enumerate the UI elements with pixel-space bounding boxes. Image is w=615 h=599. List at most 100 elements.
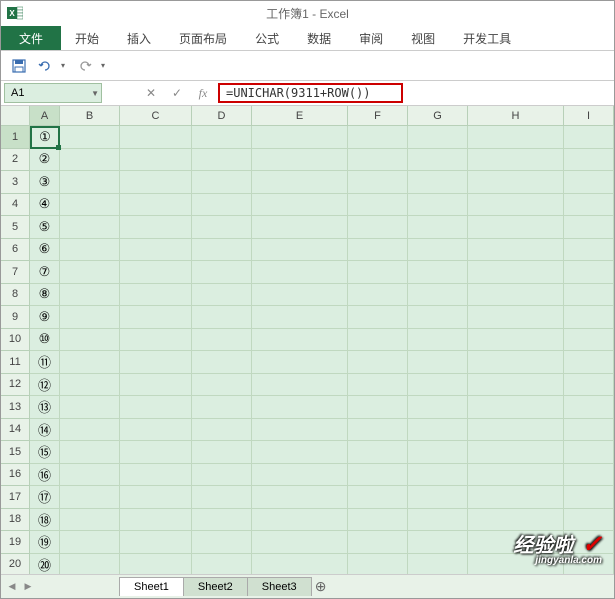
cell[interactable] [408, 531, 468, 554]
cell[interactable] [468, 239, 564, 262]
tab-data[interactable]: 数据 [293, 26, 345, 50]
cell[interactable]: ⑳ [30, 554, 60, 577]
cell[interactable] [252, 284, 348, 307]
column-header[interactable]: A [30, 106, 60, 126]
cell[interactable] [192, 374, 252, 397]
cell[interactable]: ⑨ [30, 306, 60, 329]
cell[interactable] [468, 149, 564, 172]
cell[interactable] [252, 509, 348, 532]
row-header[interactable]: 9 [1, 306, 30, 329]
cell[interactable]: ⑭ [30, 419, 60, 442]
tab-view[interactable]: 视图 [397, 26, 449, 50]
cell[interactable] [564, 329, 614, 352]
cell[interactable] [468, 194, 564, 217]
cell[interactable] [468, 464, 564, 487]
cell[interactable]: ⑱ [30, 509, 60, 532]
cell[interactable] [408, 284, 468, 307]
cell[interactable]: ⑰ [30, 486, 60, 509]
cell[interactable] [408, 396, 468, 419]
cell[interactable] [60, 351, 120, 374]
cell[interactable] [348, 306, 408, 329]
cell[interactable] [252, 419, 348, 442]
cell[interactable] [564, 284, 614, 307]
tab-review[interactable]: 审阅 [345, 26, 397, 50]
sheet-tab-2[interactable]: Sheet2 [183, 577, 248, 596]
row-header[interactable]: 10 [1, 329, 30, 352]
cell[interactable] [348, 509, 408, 532]
cell[interactable] [408, 441, 468, 464]
column-header[interactable]: H [468, 106, 564, 126]
cell[interactable] [60, 194, 120, 217]
cell[interactable] [120, 441, 192, 464]
cell[interactable] [252, 554, 348, 577]
cell[interactable]: ⑬ [30, 396, 60, 419]
sheet-tab-1[interactable]: Sheet1 [119, 577, 184, 596]
cell[interactable] [60, 261, 120, 284]
cell[interactable] [468, 419, 564, 442]
column-header[interactable]: E [252, 106, 348, 126]
cell[interactable] [120, 486, 192, 509]
cell[interactable]: ④ [30, 194, 60, 217]
cell[interactable]: ⑫ [30, 374, 60, 397]
cell[interactable] [192, 239, 252, 262]
cell[interactable]: ⑮ [30, 441, 60, 464]
cell[interactable] [564, 351, 614, 374]
cell[interactable] [348, 284, 408, 307]
cell[interactable] [408, 351, 468, 374]
cell[interactable] [192, 554, 252, 577]
tab-insert[interactable]: 插入 [113, 26, 165, 50]
cell[interactable] [192, 126, 252, 149]
cell[interactable]: ⑲ [30, 531, 60, 554]
cell[interactable] [564, 419, 614, 442]
cell[interactable] [468, 374, 564, 397]
cell[interactable] [252, 464, 348, 487]
cell[interactable] [252, 239, 348, 262]
row-header[interactable]: 6 [1, 239, 30, 262]
cell[interactable] [408, 329, 468, 352]
row-header[interactable]: 13 [1, 396, 30, 419]
cell[interactable] [564, 464, 614, 487]
cell[interactable] [60, 306, 120, 329]
row-header[interactable]: 4 [1, 194, 30, 217]
cell[interactable] [408, 306, 468, 329]
cell[interactable] [120, 351, 192, 374]
cell[interactable] [348, 149, 408, 172]
cell[interactable] [120, 329, 192, 352]
cell[interactable] [252, 486, 348, 509]
cell[interactable] [120, 194, 192, 217]
cell[interactable]: ⑩ [30, 329, 60, 352]
cell[interactable] [348, 194, 408, 217]
cell[interactable] [348, 464, 408, 487]
column-header[interactable]: G [408, 106, 468, 126]
cell[interactable] [192, 464, 252, 487]
redo-button[interactable] [75, 56, 95, 76]
cell[interactable] [564, 171, 614, 194]
cell[interactable] [348, 329, 408, 352]
cell[interactable] [348, 441, 408, 464]
cell[interactable] [468, 329, 564, 352]
cell[interactable] [192, 441, 252, 464]
tab-home[interactable]: 开始 [61, 26, 113, 50]
column-header[interactable]: C [120, 106, 192, 126]
cell[interactable] [192, 171, 252, 194]
cell[interactable]: ⑤ [30, 216, 60, 239]
cell[interactable] [60, 464, 120, 487]
cell[interactable] [408, 194, 468, 217]
cell[interactable] [348, 374, 408, 397]
row-header[interactable]: 14 [1, 419, 30, 442]
sheet-nav-prev-icon[interactable]: ◀ [5, 580, 19, 594]
cell[interactable] [408, 554, 468, 577]
cell[interactable] [60, 554, 120, 577]
cell[interactable] [408, 374, 468, 397]
cells-area[interactable]: ①②③④⑤⑥⑦⑧⑨⑩⑪⑫⑬⑭⑮⑯⑰⑱⑲⑳ [30, 126, 614, 576]
add-sheet-button[interactable]: ⊕ [311, 578, 331, 595]
cell[interactable] [408, 419, 468, 442]
cell[interactable] [468, 126, 564, 149]
cell[interactable] [120, 554, 192, 577]
cell[interactable] [192, 486, 252, 509]
cell[interactable] [408, 239, 468, 262]
save-button[interactable] [9, 56, 29, 76]
row-header[interactable]: 5 [1, 216, 30, 239]
cell[interactable] [192, 216, 252, 239]
cell[interactable] [192, 329, 252, 352]
